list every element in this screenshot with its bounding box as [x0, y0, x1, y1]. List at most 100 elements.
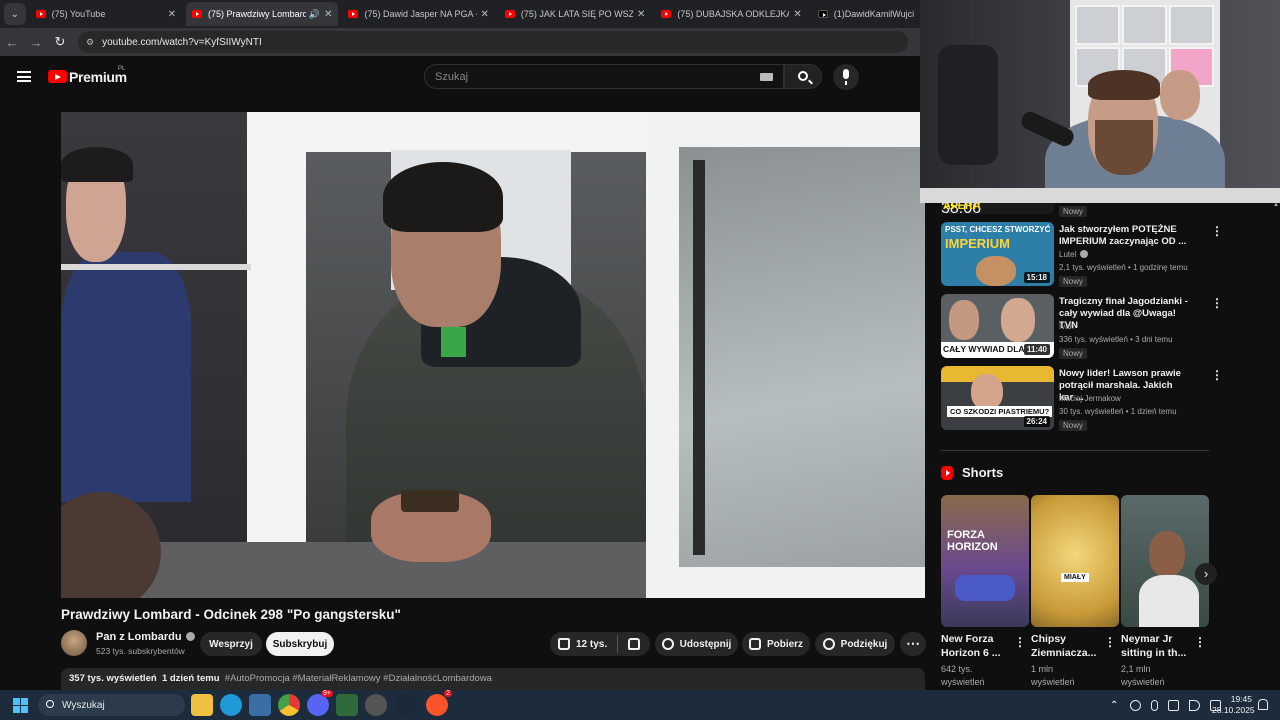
sync-icon[interactable] — [1130, 699, 1142, 711]
more-options-icon[interactable]: ⋮ — [1104, 635, 1116, 649]
more-options-icon[interactable]: ⋮ — [1211, 368, 1220, 382]
chevron-down-icon: ⌄ — [10, 8, 19, 20]
download-button[interactable]: Pobierz — [742, 632, 810, 656]
more-options-icon[interactable]: ⋮ — [1194, 635, 1206, 649]
close-tab-icon[interactable]: ✕ — [637, 9, 645, 20]
microphone-tray-icon[interactable] — [1151, 699, 1159, 711]
scene-shape — [949, 300, 979, 340]
short-title[interactable]: New Forza Horizon 6 ... — [941, 632, 1015, 660]
edge-icon[interactable] — [220, 694, 242, 716]
url-bar[interactable]: ⚙ youtube.com/watch?v=KyfSIIWyNTI — [78, 31, 908, 53]
youtube-favicon-icon — [504, 10, 515, 18]
short-views-label: wyświetleń — [941, 677, 985, 687]
chrome-icon[interactable] — [278, 694, 300, 716]
short-views: 1 mln wyświetleń — [1031, 663, 1075, 689]
reload-icon[interactable]: ↻ — [48, 34, 72, 50]
like-count[interactable]: 12 tys. — [576, 639, 607, 650]
xbox-icon[interactable] — [336, 694, 358, 716]
system-clock[interactable]: 19:45 28.10.2025 — [1212, 694, 1255, 716]
short-views: 642 tys. wyświetleń — [941, 663, 985, 689]
recommendation-item[interactable]: CO SZKODZI PIASTRIEMU? 26:24 Nowy lider!… — [941, 366, 1220, 432]
display-icon[interactable] — [1168, 699, 1180, 711]
recommendation-channel[interactable]: Lutel — [1059, 250, 1089, 259]
dislike-icon[interactable] — [628, 638, 641, 650]
subscribe-button[interactable]: Subskrybuj — [266, 632, 334, 656]
browser-tab[interactable]: (75) DUBAJSKA ODKLEJKA WE✕ — [655, 2, 807, 26]
browser-tab[interactable]: (75) JAK LATA SIĘ PO WSZECHŚ ✕ — [499, 2, 651, 26]
channel-name[interactable]: Pan z Lombardu — [96, 631, 195, 643]
more-actions-button[interactable]: ⋯ — [900, 632, 926, 656]
search-button[interactable] — [784, 64, 822, 89]
short-thumbnail[interactable]: FORZA HORIZON — [941, 495, 1029, 627]
browser-tab[interactable]: (75) YouTube ✕ — [30, 2, 182, 26]
voice-search-button[interactable] — [833, 64, 859, 90]
url-text: youtube.com/watch?v=KyfSIIWyNTI — [102, 36, 262, 48]
windows-start-icon[interactable] — [13, 698, 28, 713]
steam-icon[interactable] — [394, 694, 416, 716]
short-thumbnail[interactable]: MIAŁY — [1031, 495, 1119, 627]
recommendation-title[interactable]: Tragiczny finał Jagodzianki - cały wywia… — [1059, 296, 1189, 332]
site-settings-icon[interactable]: ⚙ — [86, 37, 94, 48]
close-tab-icon[interactable]: ✕ — [793, 9, 801, 20]
recommendation-channel[interactable]: Ivan — [1059, 322, 1074, 331]
close-tab-icon[interactable]: ✕ — [324, 9, 332, 20]
menu-hamburger-icon[interactable] — [17, 71, 31, 82]
video-thumbnail[interactable]: CO SZKODZI PIASTRIEMU? 26:24 — [941, 366, 1054, 430]
github-icon[interactable] — [365, 694, 387, 716]
close-tab-icon[interactable]: ✕ — [168, 9, 176, 20]
tab-list-button[interactable]: ⌄ — [4, 3, 26, 25]
store-icon[interactable] — [249, 694, 271, 716]
support-button[interactable]: Wesprzyj — [200, 632, 262, 656]
scene-shape — [247, 112, 667, 152]
recommendation-item[interactable]: PSST, CHCESZ STWORZYĆ IMPERIUM 15:18 Jak… — [941, 222, 1220, 288]
recommendation-channel[interactable]: Maciej Jermakow — [1059, 394, 1121, 403]
back-arrow-icon[interactable]: ← — [0, 35, 24, 50]
close-tab-icon[interactable]: ✕ — [481, 9, 489, 20]
browser-tab[interactable]: (1)DawidKamilWujcikF — [812, 2, 920, 26]
more-options-icon[interactable]: ⋮ — [1211, 224, 1220, 238]
like-icon[interactable] — [558, 638, 570, 650]
discord-icon[interactable]: 9+ — [307, 690, 333, 716]
shorts-next-button[interactable]: › — [1195, 563, 1217, 585]
thanks-button[interactable]: Podziękuj — [815, 632, 895, 656]
taskbar-search-placeholder: Wyszukaj — [62, 699, 105, 711]
share-button[interactable]: Udostępnij — [655, 632, 738, 656]
video-player[interactable] — [61, 112, 925, 598]
search-input[interactable]: Szukaj — [424, 64, 784, 89]
scene-shape — [1139, 575, 1199, 627]
upload-date: 1 dzień temu — [161, 673, 220, 684]
channel-avatar[interactable] — [61, 630, 87, 656]
more-options-icon[interactable]: ⋮ — [1211, 296, 1220, 310]
speaker-icon[interactable]: 🔊 — [309, 9, 320, 20]
more-options-icon[interactable]: ⋮ — [1014, 635, 1026, 649]
recommendation-title[interactable]: Jak stworzyłem POTĘŻNE IMPERIUM zaczynaj… — [1059, 224, 1189, 248]
video-thumbnail[interactable]: PSST, CHCESZ STWORZYĆ IMPERIUM 15:18 — [941, 222, 1054, 286]
video-thumbnail[interactable]: CAŁY WYWIAD DLA 11:40 — [941, 294, 1054, 358]
hashtags[interactable]: #AutoPromocja #MateriałReklamowy #Działa… — [225, 673, 492, 684]
volume-icon[interactable] — [1189, 699, 1201, 711]
short-title[interactable]: Chipsy Ziemniacza... — [1031, 632, 1105, 660]
notifications-bell-icon[interactable] — [1258, 699, 1268, 710]
page-scrollbar[interactable]: ▲ — [1270, 200, 1280, 690]
browser-tab-active[interactable]: (75) Prawdziwy Lombard - O🔊 ✕ — [186, 2, 339, 26]
tab-title: (1)DawidKamilWujcikF — [833, 9, 914, 19]
youtube-logo-icon[interactable] — [48, 70, 67, 83]
thanks-icon — [822, 638, 835, 650]
youtube-favicon-icon — [348, 10, 359, 18]
tab-title: (75) JAK LATA SIĘ PO WSZECHŚ — [520, 9, 633, 19]
tray-overflow-icon[interactable]: ⌃ — [1110, 700, 1118, 711]
description-box[interactable]: 357 tys. wyświetleń 1 dzień temu #AutoPr… — [61, 668, 925, 690]
brave-icon[interactable]: 2 — [426, 690, 452, 716]
short-thumbnail[interactable] — [1121, 495, 1209, 627]
forward-arrow-icon[interactable]: → — [24, 35, 48, 50]
search-placeholder: Szukaj — [435, 70, 469, 83]
browser-tab[interactable]: (75) Dawid Jasper NA PGA - *Kl ✕ — [342, 2, 494, 26]
thumbnail-text: CAŁY WYWIAD DLA — [943, 344, 1025, 354]
recommendation-item[interactable]: CAŁY WYWIAD DLA 11:40 Tragiczny finał Ja… — [941, 294, 1220, 360]
thumbnail-text: MIAŁY — [1061, 573, 1089, 582]
keyboard-icon[interactable] — [760, 73, 773, 81]
short-title[interactable]: Neymar Jr sitting in th... — [1121, 632, 1195, 660]
taskbar-search[interactable]: Wyszukaj — [38, 694, 185, 716]
youtube-favicon-icon — [661, 10, 672, 18]
file-explorer-icon[interactable] — [191, 694, 213, 716]
